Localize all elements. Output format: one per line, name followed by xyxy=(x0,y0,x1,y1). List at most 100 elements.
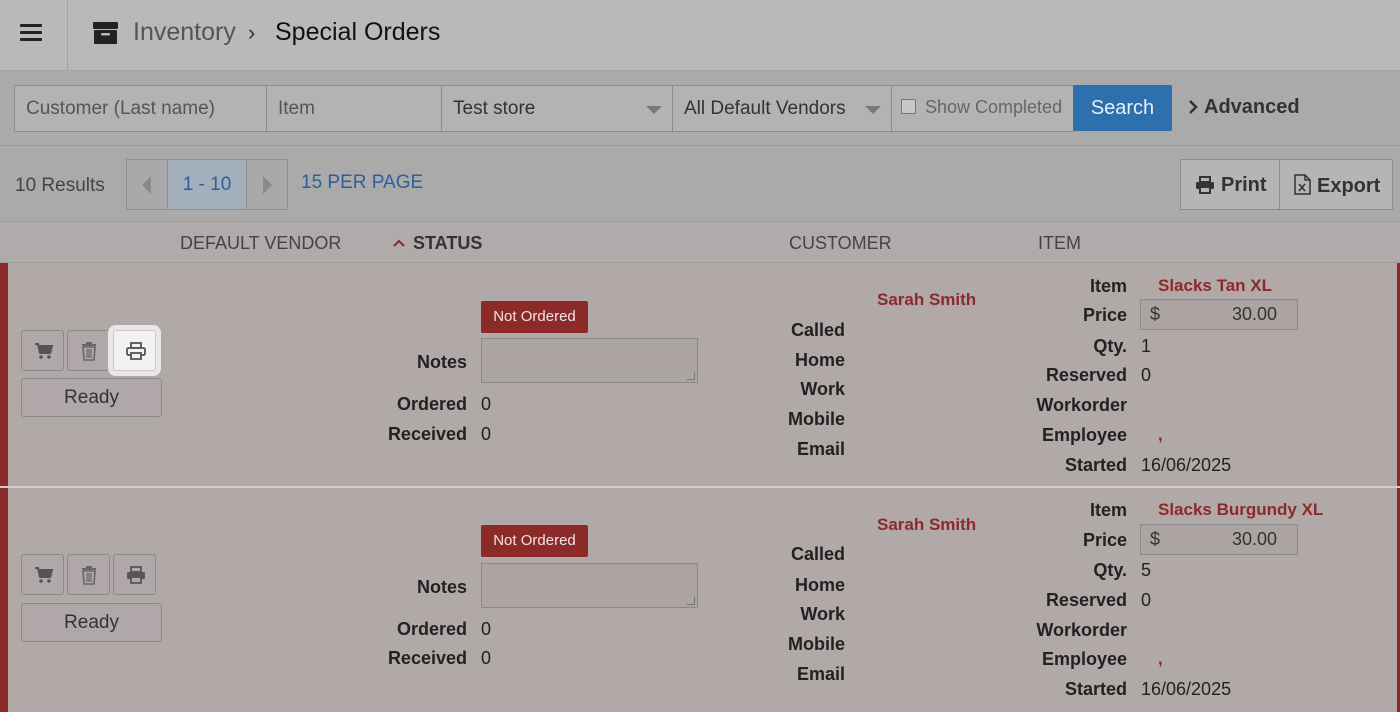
customer-name-link[interactable]: Sarah Smith xyxy=(877,290,976,310)
work-phone-label: Work xyxy=(800,604,845,624)
excel-file-icon xyxy=(1294,174,1311,195)
employee-label: Employee xyxy=(1041,649,1127,669)
employee-label: Employee xyxy=(1041,425,1127,445)
delete-button[interactable] xyxy=(67,554,110,595)
export-button[interactable]: Export xyxy=(1279,159,1393,210)
qty-value: 1 xyxy=(1141,336,1152,356)
mobile-phone-label: Mobile xyxy=(788,634,845,654)
print-row-button[interactable] xyxy=(113,330,156,371)
column-header-customer[interactable]: CUSTOMER xyxy=(789,233,892,254)
advanced-toggle[interactable]: Advanced xyxy=(1188,96,1300,119)
item-label: Item xyxy=(1089,276,1127,296)
workorder-label: Workorder xyxy=(1036,620,1127,640)
chevron-right-icon xyxy=(263,176,272,194)
search-button[interactable]: Search xyxy=(1073,85,1172,131)
started-label: Started xyxy=(1064,679,1127,699)
cart-icon xyxy=(35,567,54,583)
item-search-input[interactable]: Item xyxy=(266,85,442,132)
results-count: 10 Results xyxy=(15,175,105,196)
price-label: Price xyxy=(1082,305,1127,325)
currency-symbol: $ xyxy=(1150,529,1161,549)
qty-value: 5 xyxy=(1141,560,1152,580)
mobile-phone-label: Mobile xyxy=(788,409,845,429)
per-page-selector[interactable]: 15 PER PAGE xyxy=(301,172,423,194)
email-label: Email xyxy=(796,439,845,459)
item-name-link[interactable]: Slacks Tan XL xyxy=(1158,276,1272,296)
started-date: 16/06/2025 xyxy=(1141,455,1232,475)
received-value: 0 xyxy=(481,648,492,668)
ordered-value: 0 xyxy=(481,619,492,639)
store-select[interactable]: Test store xyxy=(441,85,673,132)
hamburger-icon-bar xyxy=(20,38,42,41)
pagination: 1 - 10 xyxy=(126,159,288,210)
print-row-button[interactable] xyxy=(113,554,156,595)
notes-label: Notes xyxy=(416,577,467,597)
column-header-vendor[interactable]: DEFAULT VENDOR xyxy=(180,233,341,254)
delete-button[interactable] xyxy=(67,330,110,371)
currency-symbol: $ xyxy=(1150,304,1161,324)
reserved-label: Reserved xyxy=(1045,590,1127,610)
reserved-value: 0 xyxy=(1141,590,1152,610)
store-select-value: Test store xyxy=(453,98,536,119)
employee-value: , xyxy=(1158,649,1163,668)
price-value: 30.00 xyxy=(1231,529,1277,549)
printer-icon xyxy=(126,342,146,360)
customer-name-link[interactable]: Sarah Smith xyxy=(877,515,976,535)
archive-box-icon xyxy=(93,22,118,44)
page-title: Special Orders xyxy=(275,18,441,46)
trash-icon xyxy=(82,342,96,361)
next-page-button[interactable] xyxy=(246,160,287,209)
item-name-link[interactable]: Slacks Burgundy XL xyxy=(1158,500,1323,520)
chevron-right-icon xyxy=(1189,100,1198,114)
customer-search-input[interactable]: Customer (Last name) xyxy=(14,85,267,132)
current-page-range: 1 - 10 xyxy=(168,160,246,209)
workorder-label: Workorder xyxy=(1036,395,1127,415)
menu-button[interactable] xyxy=(0,0,68,71)
qty-label: Qty. xyxy=(1093,336,1127,356)
notes-field[interactable] xyxy=(481,338,698,383)
printer-icon xyxy=(127,566,145,584)
price-input[interactable]: $ 30.00 xyxy=(1140,299,1298,330)
called-label: Called xyxy=(790,320,845,340)
breadcrumb-inventory[interactable]: Inventory xyxy=(133,18,236,47)
work-phone-label: Work xyxy=(800,379,845,399)
started-date: 16/06/2025 xyxy=(1141,679,1232,699)
price-label: Price xyxy=(1082,530,1127,550)
show-completed-checkbox[interactable] xyxy=(901,99,916,114)
vendor-select[interactable]: All Default Vendors xyxy=(672,85,892,132)
called-label: Called xyxy=(790,544,845,564)
reserved-label: Reserved xyxy=(1045,365,1127,385)
trash-icon xyxy=(82,566,96,585)
column-header-status[interactable]: STATUS xyxy=(413,233,482,254)
item-label: Item xyxy=(1089,500,1127,520)
chevron-left-icon xyxy=(142,176,151,194)
print-button[interactable]: Print xyxy=(1180,159,1280,210)
order-cart-button[interactable] xyxy=(21,330,64,371)
table-row: Ready Not Ordered Notes Ordered 0 Receiv… xyxy=(0,263,1400,487)
price-input[interactable]: $ 30.00 xyxy=(1140,524,1298,555)
notes-field[interactable] xyxy=(481,563,698,608)
breadcrumb-separator: › xyxy=(248,20,256,45)
show-completed-label[interactable]: Show Completed xyxy=(925,97,1062,118)
print-label: Print xyxy=(1221,174,1267,196)
hamburger-icon-bar xyxy=(20,31,42,34)
prev-page-button[interactable] xyxy=(127,160,168,209)
home-phone-label: Home xyxy=(794,575,845,595)
top-header: Inventory › Special Orders xyxy=(0,0,1400,71)
received-value: 0 xyxy=(481,424,492,444)
order-cart-button[interactable] xyxy=(21,554,64,595)
ready-button[interactable]: Ready xyxy=(21,378,162,417)
ordered-label: Ordered xyxy=(396,619,467,639)
ordered-value: 0 xyxy=(481,394,492,414)
employee-value: , xyxy=(1158,425,1163,444)
received-label: Received xyxy=(387,648,467,668)
cart-icon xyxy=(35,343,54,359)
resize-grip-icon[interactable] xyxy=(687,372,695,380)
column-header-item[interactable]: ITEM xyxy=(1038,233,1081,254)
reserved-value: 0 xyxy=(1141,365,1152,385)
started-label: Started xyxy=(1064,455,1127,475)
received-label: Received xyxy=(387,424,467,444)
row-status-accent xyxy=(0,488,8,712)
ready-button[interactable]: Ready xyxy=(21,603,162,642)
resize-grip-icon[interactable] xyxy=(687,597,695,605)
